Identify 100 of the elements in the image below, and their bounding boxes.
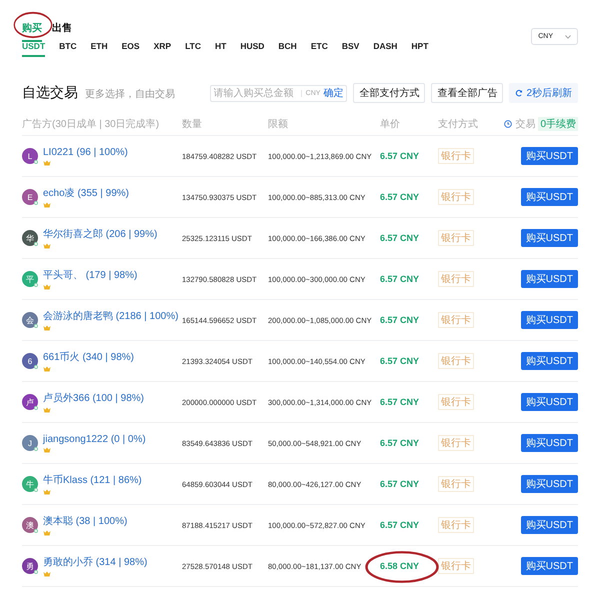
status-dot	[34, 447, 38, 451]
order-tab[interactable]: 出售	[52, 19, 72, 42]
status-dot	[34, 406, 38, 410]
coin-tab[interactable]: XRP	[154, 39, 172, 57]
coin-tab[interactable]: HPT	[411, 39, 428, 57]
coin-tab[interactable]: EOS	[122, 39, 140, 57]
buy-button[interactable]: 购买USDT	[520, 434, 578, 452]
payment-badge: 银行卡	[438, 271, 474, 287]
payment-badge: 银行卡	[438, 394, 474, 410]
column-header: 限额	[268, 118, 289, 131]
price-text: 6.57 CNY	[380, 520, 420, 530]
crown-icon	[43, 325, 51, 331]
payment-filter-button[interactable]: 全部支付方式	[353, 83, 426, 103]
advertiser-name[interactable]: 澳本聪 (38 | 100%)	[43, 514, 128, 528]
status-dot	[34, 365, 38, 369]
clock-icon	[504, 120, 512, 128]
status-dot	[34, 242, 38, 246]
price-text: 6.57 CNY	[380, 315, 420, 325]
coin-tab[interactable]: HUSD	[240, 39, 264, 57]
avatar: 华	[22, 230, 38, 246]
price-text: 6.57 CNY	[380, 192, 420, 202]
advertiser-name[interactable]: 会游泳的唐老鸭 (2186 | 100%)	[43, 309, 178, 323]
avatar: 6	[22, 353, 38, 369]
price-text: 6.57 CNY	[380, 479, 420, 489]
buy-button[interactable]: 购买USDT	[520, 229, 578, 247]
section-subtitle: 更多选择，自由交易	[85, 88, 175, 101]
advertiser-name[interactable]: 卢员外366 (100 | 98%)	[43, 391, 144, 405]
avatar: 平	[22, 271, 38, 287]
column-header: 支付方式	[438, 118, 479, 131]
advertiser-name[interactable]: 661币火 (340 | 98%)	[43, 350, 134, 364]
refresh-icon	[515, 89, 524, 97]
column-header: 单价	[380, 118, 401, 131]
view-all-button[interactable]: 查看全部广告	[431, 83, 504, 103]
avatar: E	[22, 189, 38, 205]
buy-button[interactable]: 购买USDT	[520, 393, 578, 411]
advertiser-name[interactable]: 勇敢的小乔 (314 | 98%)	[43, 555, 148, 569]
buy-button[interactable]: 购买USDT	[520, 516, 578, 534]
avatar: J	[22, 435, 38, 451]
fee-badge: 0手续费	[538, 117, 578, 131]
advertiser-name[interactable]: 牛币Klass (121 | 86%)	[43, 473, 142, 487]
price-text: 6.57 CNY	[380, 233, 420, 243]
price-text: 6.57 CNY	[380, 397, 420, 407]
coin-tab[interactable]: DASH	[373, 39, 398, 57]
crown-icon	[43, 284, 51, 290]
coin-tab[interactable]: BSV	[342, 39, 360, 57]
advertiser-name[interactable]: LI0221 (96 | 100%)	[43, 146, 128, 158]
chevron-down-icon	[565, 34, 571, 38]
price-text: 6.57 CNY	[380, 151, 420, 161]
order-tab[interactable]: 购买	[22, 19, 42, 42]
coin-tab[interactable]: ETC	[310, 39, 328, 57]
avatar: 牛	[22, 476, 38, 492]
payment-badge: 银行卡	[438, 558, 474, 574]
buy-button[interactable]: 购买USDT	[520, 475, 578, 493]
crown-icon	[43, 446, 51, 452]
advertiser-name[interactable]: echo凌 (355 | 99%)	[43, 186, 129, 200]
advertiser-name[interactable]: 华尔街喜之郎 (206 | 99%)	[43, 227, 158, 241]
price-text: 6.57 CNY	[380, 356, 420, 366]
crown-icon	[43, 366, 51, 372]
status-dot	[34, 488, 38, 492]
column-header: 广告方(30日成单 | 30日完成率)	[22, 118, 160, 131]
buy-button[interactable]: 购买USDT	[520, 352, 578, 370]
buy-button[interactable]: 购买USDT	[520, 188, 578, 206]
price-text: 6.58 CNY	[380, 561, 420, 571]
crown-icon	[43, 571, 51, 577]
refresh-button[interactable]: 2秒后刷新	[509, 83, 578, 103]
advertiser-name[interactable]: jiangsong1222 (0 | 0%)	[43, 434, 146, 444]
avatar: 勇	[22, 558, 38, 574]
payment-badge: 银行卡	[438, 517, 474, 533]
coin-tab[interactable]: LTC	[185, 39, 201, 57]
coin-tab[interactable]: ETH	[90, 39, 108, 57]
price-text: 6.57 CNY	[380, 274, 420, 284]
column-header: 数量	[182, 118, 203, 131]
status-dot	[34, 324, 38, 328]
coin-tab[interactable]: HT	[214, 39, 226, 57]
coin-tab[interactable]: BCH	[278, 39, 297, 57]
crown-icon	[43, 489, 51, 495]
status-dot	[34, 529, 38, 533]
avatar: 澳	[22, 517, 38, 533]
crown-icon	[43, 530, 51, 536]
buy-button[interactable]: 购买USDT	[520, 311, 578, 329]
buy-button[interactable]: 购买USDT	[520, 557, 578, 575]
payment-badge: 银行卡	[438, 148, 474, 164]
confirm-button[interactable]: 确定	[323, 86, 344, 100]
buy-button[interactable]: 购买USDT	[520, 147, 578, 165]
advertiser-name[interactable]: 平头哥、 (179 | 98%)	[43, 268, 138, 282]
status-dot	[34, 201, 38, 205]
avatar: 会	[22, 312, 38, 328]
payment-badge: 银行卡	[438, 189, 474, 205]
payment-badge: 银行卡	[438, 353, 474, 369]
crown-icon	[43, 202, 51, 208]
crown-icon	[43, 243, 51, 249]
coin-tab[interactable]: BTC	[59, 39, 77, 57]
coin-tab[interactable]: USDT	[22, 39, 46, 57]
avatar: 卢	[22, 394, 38, 410]
payment-badge: 银行卡	[438, 230, 474, 246]
status-dot	[34, 283, 38, 287]
buy-button[interactable]: 购买USDT	[520, 270, 578, 288]
payment-badge: 银行卡	[438, 435, 474, 451]
status-dot	[34, 570, 38, 574]
payment-badge: 银行卡	[438, 476, 474, 492]
